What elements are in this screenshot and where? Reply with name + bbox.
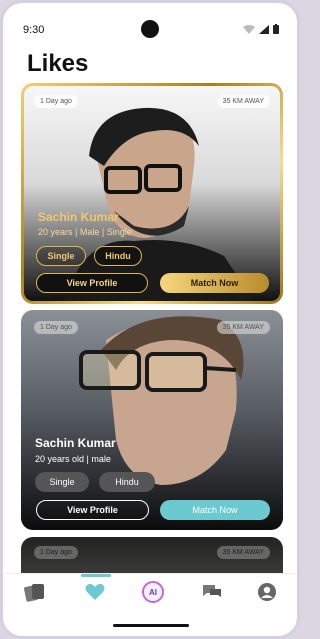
tab-profile[interactable] [255, 580, 279, 604]
profile-details: 20 years | Male | Single [38, 227, 132, 237]
match-now-button[interactable]: Match Now [160, 273, 269, 293]
cards-icon [24, 584, 44, 602]
tag-religion: Hindu [94, 246, 142, 266]
distance-badge: 35 KM AWAY [216, 321, 270, 334]
tag-single: Single [35, 472, 89, 492]
profile-photo [64, 107, 254, 301]
like-card[interactable]: 1 Day ago 35 KM AWAY [21, 537, 283, 577]
view-profile-button[interactable]: View Profile [36, 500, 149, 520]
system-icons [243, 24, 279, 34]
status-time: 9:30 [23, 24, 45, 36]
chat-icon [203, 585, 221, 597]
distance-badge: 35 KM AWAY [216, 95, 270, 108]
signal-icon [259, 24, 269, 34]
tab-chat[interactable] [200, 580, 224, 604]
ai-label: AI [149, 587, 157, 597]
distance-badge: 35 KM AWAY [216, 546, 270, 559]
card-photo: 1 Day ago 35 KM AWAY Sachin Kumar 20 yea… [24, 86, 280, 301]
home-indicator [113, 624, 189, 627]
tab-ai[interactable]: AI [141, 580, 165, 604]
posted-time-badge: 1 Day ago [34, 321, 78, 334]
profile-photo [79, 316, 244, 485]
heart-icon [85, 583, 105, 600]
profile-icon [258, 583, 276, 601]
view-profile-button[interactable]: View Profile [36, 273, 148, 293]
wifi-icon [243, 24, 255, 34]
battery-icon [273, 24, 279, 34]
profile-name: Sachin Kumar [35, 436, 116, 450]
bottom-tab-bar: AI [3, 573, 297, 613]
tab-likes[interactable] [83, 580, 107, 604]
posted-time-badge: 1 Day ago [34, 546, 78, 559]
like-card[interactable]: 1 Day ago 35 KM AWAY Sachin Kumar 20 yea… [21, 83, 283, 304]
posted-time-badge: 1 Day ago [34, 95, 78, 108]
active-tab-indicator [81, 574, 111, 577]
profile-name: Sachin Kumar [38, 210, 119, 224]
page-title: Likes [27, 50, 89, 77]
match-now-button[interactable]: Match Now [160, 500, 270, 520]
status-bar: 9:30 [3, 3, 297, 39]
like-card[interactable]: 1 Day ago 35 KM AWAY Sachin Kumar 20 yea… [21, 310, 283, 530]
tag-religion: Hindu [99, 472, 155, 492]
ai-icon: AI [142, 581, 164, 603]
tag-single: Single [36, 246, 86, 266]
profile-details: 20 years old | male [35, 454, 111, 464]
front-camera [141, 20, 159, 38]
tab-cards[interactable] [23, 580, 47, 604]
phone-screen: 9:30 Likes 1 Day ago 35 KM AWAY Sachin K… [0, 0, 300, 639]
